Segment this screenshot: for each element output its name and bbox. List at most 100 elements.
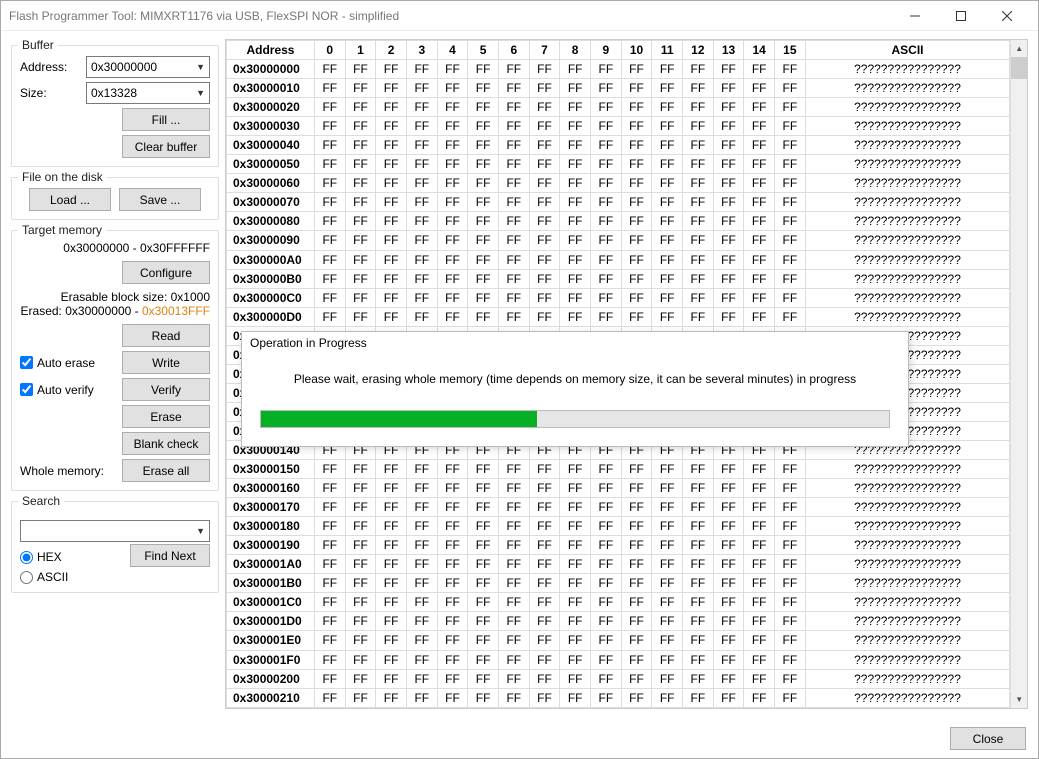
ascii-cell: ???????????????? <box>805 174 1010 193</box>
byte-cell: FF <box>683 269 714 288</box>
byte-cell: FF <box>652 688 683 707</box>
scroll-down-icon[interactable]: ▼ <box>1011 691 1027 708</box>
size-combo[interactable]: 0x13328▼ <box>86 82 210 104</box>
byte-cell: FF <box>529 479 560 498</box>
byte-cell: FF <box>560 536 591 555</box>
vertical-scrollbar[interactable]: ▲ ▼ <box>1010 40 1027 708</box>
ascii-radio-label: ASCII <box>37 570 68 584</box>
byte-cell: FF <box>683 250 714 269</box>
table-row: 0x30000080FFFFFFFFFFFFFFFFFFFFFFFFFFFFFF… <box>227 212 1010 231</box>
byte-cell: FF <box>406 460 437 479</box>
byte-cell: FF <box>406 117 437 136</box>
auto-verify-checkbox[interactable] <box>20 383 33 396</box>
byte-cell: FF <box>775 574 806 593</box>
byte-cell: FF <box>683 688 714 707</box>
byte-cell: FF <box>713 212 744 231</box>
table-row: 0x300000C0FFFFFFFFFFFFFFFFFFFFFFFFFFFFFF… <box>227 288 1010 307</box>
byte-cell: FF <box>529 79 560 98</box>
fill-button[interactable]: Fill ... <box>122 108 210 131</box>
address-combo[interactable]: 0x30000000▼ <box>86 56 210 78</box>
hex-radio[interactable] <box>20 551 33 564</box>
byte-cell: FF <box>713 555 744 574</box>
erase-button[interactable]: Erase <box>122 405 210 428</box>
byte-cell: FF <box>437 117 468 136</box>
byte-cell: FF <box>406 269 437 288</box>
ascii-radio[interactable] <box>20 571 33 584</box>
load-button[interactable]: Load ... <box>29 188 111 211</box>
byte-cell: FF <box>376 669 407 688</box>
byte-cell: FF <box>345 117 376 136</box>
byte-cell: FF <box>713 193 744 212</box>
byte-cell: FF <box>529 612 560 631</box>
byte-cell: FF <box>437 212 468 231</box>
byte-cell: FF <box>590 307 621 326</box>
write-button[interactable]: Write <box>122 351 210 374</box>
byte-cell: FF <box>529 155 560 174</box>
blank-check-button[interactable]: Blank check <box>122 432 210 455</box>
byte-cell: FF <box>621 498 652 517</box>
byte-cell: FF <box>529 98 560 117</box>
maximize-button[interactable] <box>938 1 984 31</box>
byte-cell: FF <box>590 155 621 174</box>
address-cell: 0x30000060 <box>227 174 315 193</box>
byte-cell: FF <box>437 307 468 326</box>
hex-radio-label: HEX <box>37 550 62 564</box>
byte-cell: FF <box>406 650 437 669</box>
byte-cell: FF <box>744 231 775 250</box>
byte-cell: FF <box>468 212 499 231</box>
table-row: 0x300000A0FFFFFFFFFFFFFFFFFFFFFFFFFFFFFF… <box>227 250 1010 269</box>
save-button[interactable]: Save ... <box>119 188 201 211</box>
byte-cell: FF <box>529 498 560 517</box>
minimize-button[interactable] <box>892 1 938 31</box>
byte-cell: FF <box>468 136 499 155</box>
configure-button[interactable]: Configure <box>122 261 210 284</box>
byte-cell: FF <box>498 574 529 593</box>
byte-col-header: 13 <box>713 41 744 60</box>
byte-cell: FF <box>345 479 376 498</box>
byte-cell: FF <box>713 288 744 307</box>
byte-cell: FF <box>744 460 775 479</box>
erase-all-button[interactable]: Erase all <box>122 459 210 482</box>
dialog-message: Please wait, erasing whole memory (time … <box>242 354 908 400</box>
ascii-cell: ???????????????? <box>805 307 1010 326</box>
address-cell: 0x300001D0 <box>227 612 315 631</box>
byte-cell: FF <box>560 612 591 631</box>
byte-cell: FF <box>376 536 407 555</box>
ascii-cell: ???????????????? <box>805 669 1010 688</box>
byte-cell: FF <box>314 650 345 669</box>
byte-cell: FF <box>468 250 499 269</box>
search-input[interactable]: ▼ <box>20 520 210 542</box>
byte-cell: FF <box>590 650 621 669</box>
address-cell: 0x300000D0 <box>227 307 315 326</box>
find-next-button[interactable]: Find Next <box>130 544 210 567</box>
byte-cell: FF <box>590 193 621 212</box>
address-cell: 0x30000020 <box>227 98 315 117</box>
byte-cell: FF <box>652 593 683 612</box>
byte-cell: FF <box>621 117 652 136</box>
byte-cell: FF <box>437 98 468 117</box>
close-button[interactable]: Close <box>950 727 1026 750</box>
byte-cell: FF <box>560 193 591 212</box>
buffer-title: Buffer <box>18 38 58 52</box>
byte-cell: FF <box>314 98 345 117</box>
auto-erase-checkbox[interactable] <box>20 356 33 369</box>
read-button[interactable]: Read <box>122 324 210 347</box>
byte-cell: FF <box>437 650 468 669</box>
byte-cell: FF <box>376 593 407 612</box>
byte-cell: FF <box>345 212 376 231</box>
byte-cell: FF <box>468 688 499 707</box>
byte-col-header: 4 <box>437 41 468 60</box>
scrollbar-thumb[interactable] <box>1011 57 1027 79</box>
close-window-button[interactable] <box>984 1 1030 31</box>
verify-button[interactable]: Verify <box>122 378 210 401</box>
scroll-up-icon[interactable]: ▲ <box>1011 40 1027 57</box>
ascii-cell: ???????????????? <box>805 250 1010 269</box>
byte-cell: FF <box>683 479 714 498</box>
clear-buffer-button[interactable]: Clear buffer <box>122 135 210 158</box>
byte-cell: FF <box>713 60 744 79</box>
byte-cell: FF <box>314 574 345 593</box>
byte-cell: FF <box>775 288 806 307</box>
whole-memory-label: Whole memory: <box>20 464 122 478</box>
byte-cell: FF <box>529 650 560 669</box>
address-cell: 0x30000160 <box>227 479 315 498</box>
